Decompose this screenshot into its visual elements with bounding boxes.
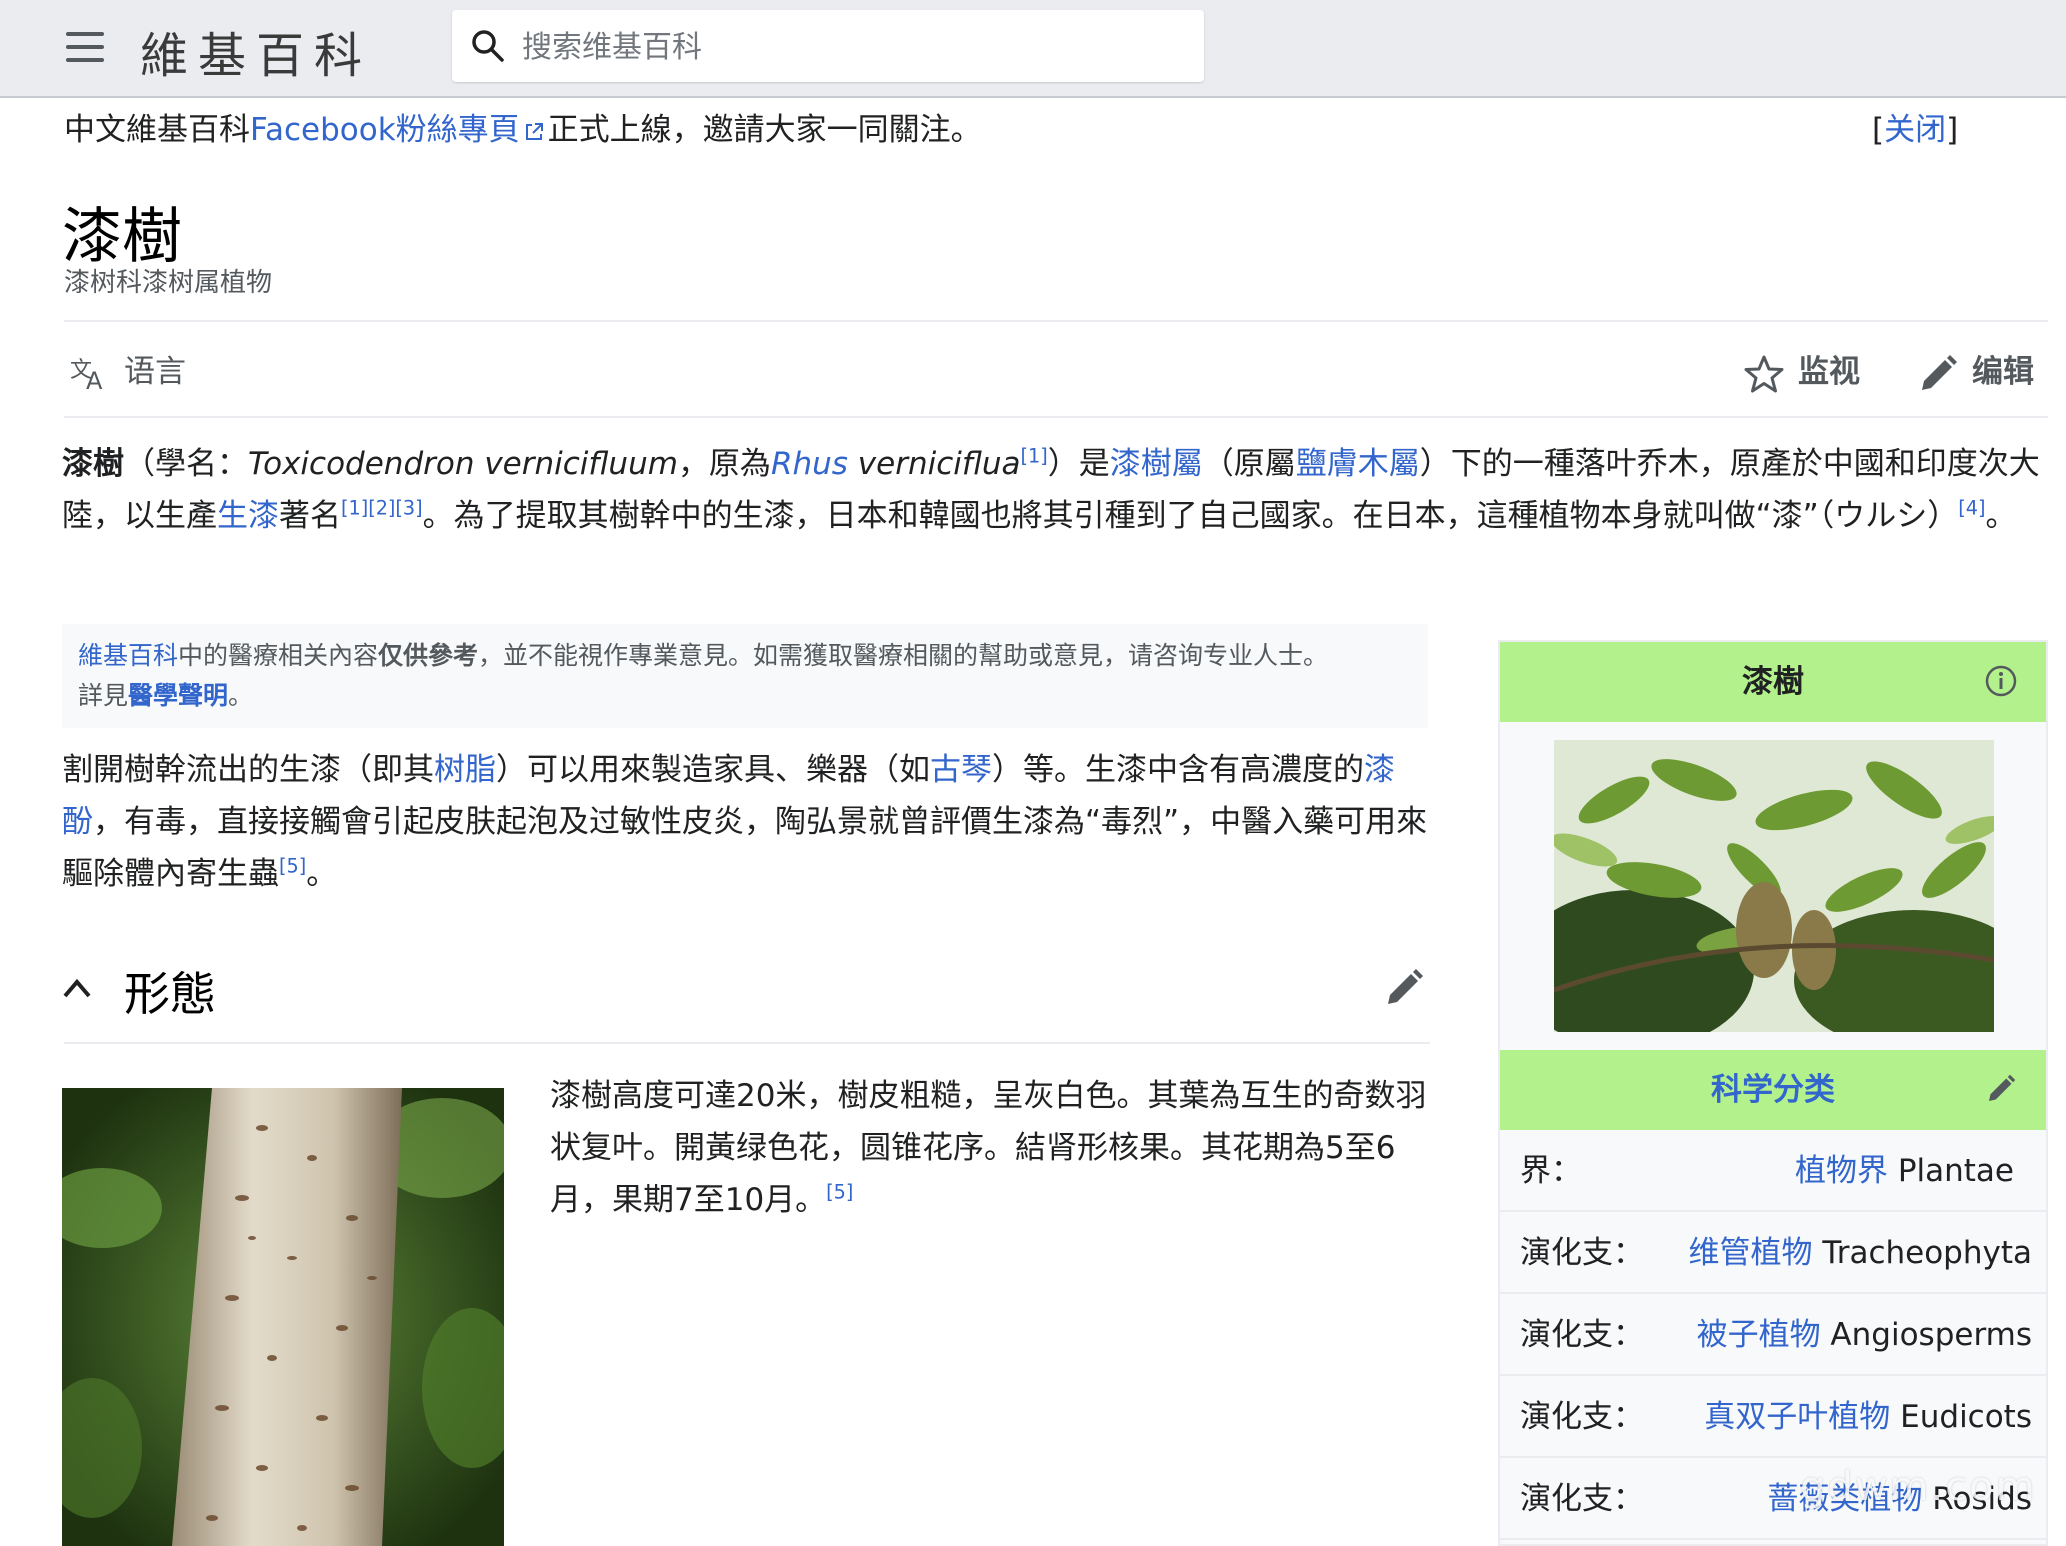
search-box[interactable] <box>452 10 1204 82</box>
morphology-text: 漆樹高度可達20米，樹皮粗糙，呈灰白色。其葉為互生的奇数羽状复叶。開黃绿色花，圆… <box>550 1078 1427 1218</box>
old-genus-link[interactable]: 鹽膚木屬 <box>1296 446 1420 482</box>
taxon-link[interactable]: 被子植物 <box>1697 1317 1821 1353</box>
morphology-paragraph: 漆樹高度可達20米，樹皮粗糙，呈灰白色。其葉為互生的奇数羽状复叶。開黃绿色花，圆… <box>550 1070 1430 1226</box>
site-header: 維基百科 <box>0 0 2066 98</box>
genus-link[interactable]: 漆樹屬 <box>1110 446 1203 482</box>
actions-divider <box>64 416 2048 418</box>
close-bracket-end: ] <box>1946 112 1959 148</box>
lead-text: 。 <box>1985 498 2017 534</box>
taxonomy-rank: 界： <box>1520 1153 1582 1189</box>
pencil-icon[interactable] <box>1384 968 1424 1008</box>
edit-label: 编辑 <box>1972 354 2034 390</box>
language-label: 语言 <box>124 354 186 390</box>
notice-close: [关闭] <box>1872 104 1958 149</box>
taxonomy-rank: 演化支： <box>1520 1235 1644 1271</box>
facebook-page-link[interactable]: Facebook粉絲專頁 <box>250 112 520 148</box>
notice-prefix: 中文維基百科 <box>64 112 250 148</box>
disclaimer-text: 中的醫療相关內容 <box>178 641 379 670</box>
external-link-icon <box>525 122 543 140</box>
pencil-icon[interactable] <box>1986 1074 2016 1104</box>
taxon-latin: Angiosperms <box>1820 1317 2032 1353</box>
para-text: ）等。生漆中含有高濃度的 <box>992 752 1364 788</box>
section-heading-morphology: 形態 <box>124 967 216 1021</box>
watch-button[interactable]: 监视 <box>1744 346 1860 394</box>
citation-1-2-3[interactable]: [1][2][3] <box>341 497 423 520</box>
infobox-plant-photo[interactable] <box>1554 740 1994 1032</box>
lead-text: ）是 <box>1047 446 1110 482</box>
menu-icon[interactable] <box>66 30 104 64</box>
taxonomy-row: 演化支： 维管植物 Tracheophyta <box>1500 1212 2046 1294</box>
taxobox: 漆樹 科学分类 界： 植物界 Plantae 演化支： 维管植物 Tracheo… <box>1498 640 2048 1546</box>
para-text: 割開樹幹流出的生漆（即其 <box>62 752 434 788</box>
lacquer-paragraph: 割開樹幹流出的生漆（即其树脂）可以用來製造家具、樂器（如古琴）等。生漆中含有高濃… <box>62 744 1428 900</box>
taxon-latin: Tracheophyta <box>1812 1235 2032 1271</box>
lead-text: （學名： <box>124 446 248 482</box>
site-logo[interactable]: 維基百科 <box>140 16 372 86</box>
lead-paragraph: 漆樹（學名：Toxicodendron vernicifluum，原為Rhus … <box>62 438 2052 542</box>
disclaimer-text: ，並不能視作專業意見。如需獲取醫療相關的幫助或意見，请咨询专业人士。 <box>478 641 1329 670</box>
lead-bold-title: 漆樹 <box>62 446 124 482</box>
watermark: gdwm.com <box>1800 1464 2037 1510</box>
taxon-link[interactable]: 维管植物 <box>1688 1235 1812 1271</box>
notice-suffix: 正式上線，邀請大家一同關注。 <box>547 112 982 148</box>
taxon-latin: Plantae <box>1887 1153 2014 1189</box>
lead-text: 。為了提取其樹幹中的生漆，日本和韓國也將其引種到了自己國家。在日本，這種植物本身… <box>422 498 1959 534</box>
para-text: 。 <box>306 856 338 892</box>
title-divider <box>64 320 2048 322</box>
citation-5[interactable]: [5] <box>826 1181 853 1204</box>
scientific-name: Toxicodendron vernicifluum <box>248 446 678 482</box>
search-input[interactable] <box>520 20 1184 74</box>
taxon-latin: Eudicots <box>1890 1399 2032 1435</box>
star-icon <box>1744 355 1784 392</box>
edit-button[interactable]: 编辑 <box>1918 346 2034 394</box>
taxonomy-row: 演化支： 被子植物 Angiosperms <box>1500 1294 2046 1376</box>
taxonomy-row: 界： 植物界 Plantae <box>1500 1130 2046 1212</box>
taxon-link[interactable]: 真双子叶植物 <box>1704 1399 1890 1435</box>
disclaimer-text: 。 <box>228 681 254 710</box>
taxonomy-row: 演化支： 真双子叶植物 Eudicots <box>1500 1376 2046 1458</box>
search-icon <box>472 30 504 62</box>
verniciflua-text: verniciflua <box>847 446 1021 482</box>
site-notice: 中文維基百科Facebook粉絲專頁 正式上線，邀請大家一同關注。 <box>64 104 982 149</box>
taxonomy-header: 科学分类 <box>1500 1050 2046 1130</box>
disclaimer-text: 詳見 <box>78 681 129 710</box>
medical-disclaimer: 維基百科中的醫療相关內容仅供參考，並不能視作專業意見。如需獲取醫療相關的幫助或意… <box>62 624 1428 728</box>
guqin-link[interactable]: 古琴 <box>930 752 992 788</box>
infobox-title-text: 漆樹 <box>1742 664 1804 700</box>
close-bracket-open: [ <box>1872 112 1885 148</box>
para-text: ）可以用來製造家具、樂器（如 <box>496 752 930 788</box>
lead-text: （原屬 <box>1202 446 1296 482</box>
taxonomy-header-link[interactable]: 科学分类 <box>1711 1072 1835 1108</box>
info-icon[interactable] <box>1984 664 2018 698</box>
close-notice-link[interactable]: 关闭 <box>1884 112 1946 148</box>
citation-1[interactable]: [1] <box>1021 445 1048 468</box>
language-button[interactable]: 文 A 语言 <box>70 346 186 395</box>
wikipedia-link[interactable]: 維基百科 <box>78 641 178 670</box>
bark-photo[interactable] <box>62 1088 504 1546</box>
page-subtitle: 漆树科漆树属植物 <box>64 268 273 298</box>
rhus-link[interactable]: Rhus <box>771 446 848 482</box>
taxonomy-rank: 演化支： <box>1520 1317 1644 1353</box>
translate-icon: 文 A <box>70 358 103 395</box>
pencil-icon <box>1922 354 1957 390</box>
lacquer-link[interactable]: 生漆 <box>217 498 279 534</box>
section-divider <box>64 1042 1430 1044</box>
medical-disclaimer-link[interactable]: 醫學聲明 <box>128 681 228 710</box>
infobox-title: 漆樹 <box>1500 642 2046 722</box>
citation-4[interactable]: [4] <box>1958 497 1985 520</box>
citation-5[interactable]: [5] <box>279 855 306 878</box>
lead-text: ，原為 <box>677 446 771 482</box>
taxonomy-rank: 演化支： <box>1520 1399 1644 1435</box>
taxon-link[interactable]: 植物界 <box>1795 1153 1888 1189</box>
para-text: ，有毒，直接接觸會引起皮肤起泡及过敏性皮炎，陶弘景就曾評價生漆為“毒烈”，中醫入… <box>62 804 1428 892</box>
chevron-up-icon[interactable] <box>62 976 92 1000</box>
disclaimer-bold: 仅供參考 <box>378 641 479 670</box>
taxonomy-rank: 演化支： <box>1520 1481 1644 1517</box>
resin-link[interactable]: 树脂 <box>434 752 496 788</box>
svg-text:A: A <box>86 367 103 391</box>
lead-text: 著名 <box>279 498 341 534</box>
watch-label: 监视 <box>1798 354 1860 390</box>
